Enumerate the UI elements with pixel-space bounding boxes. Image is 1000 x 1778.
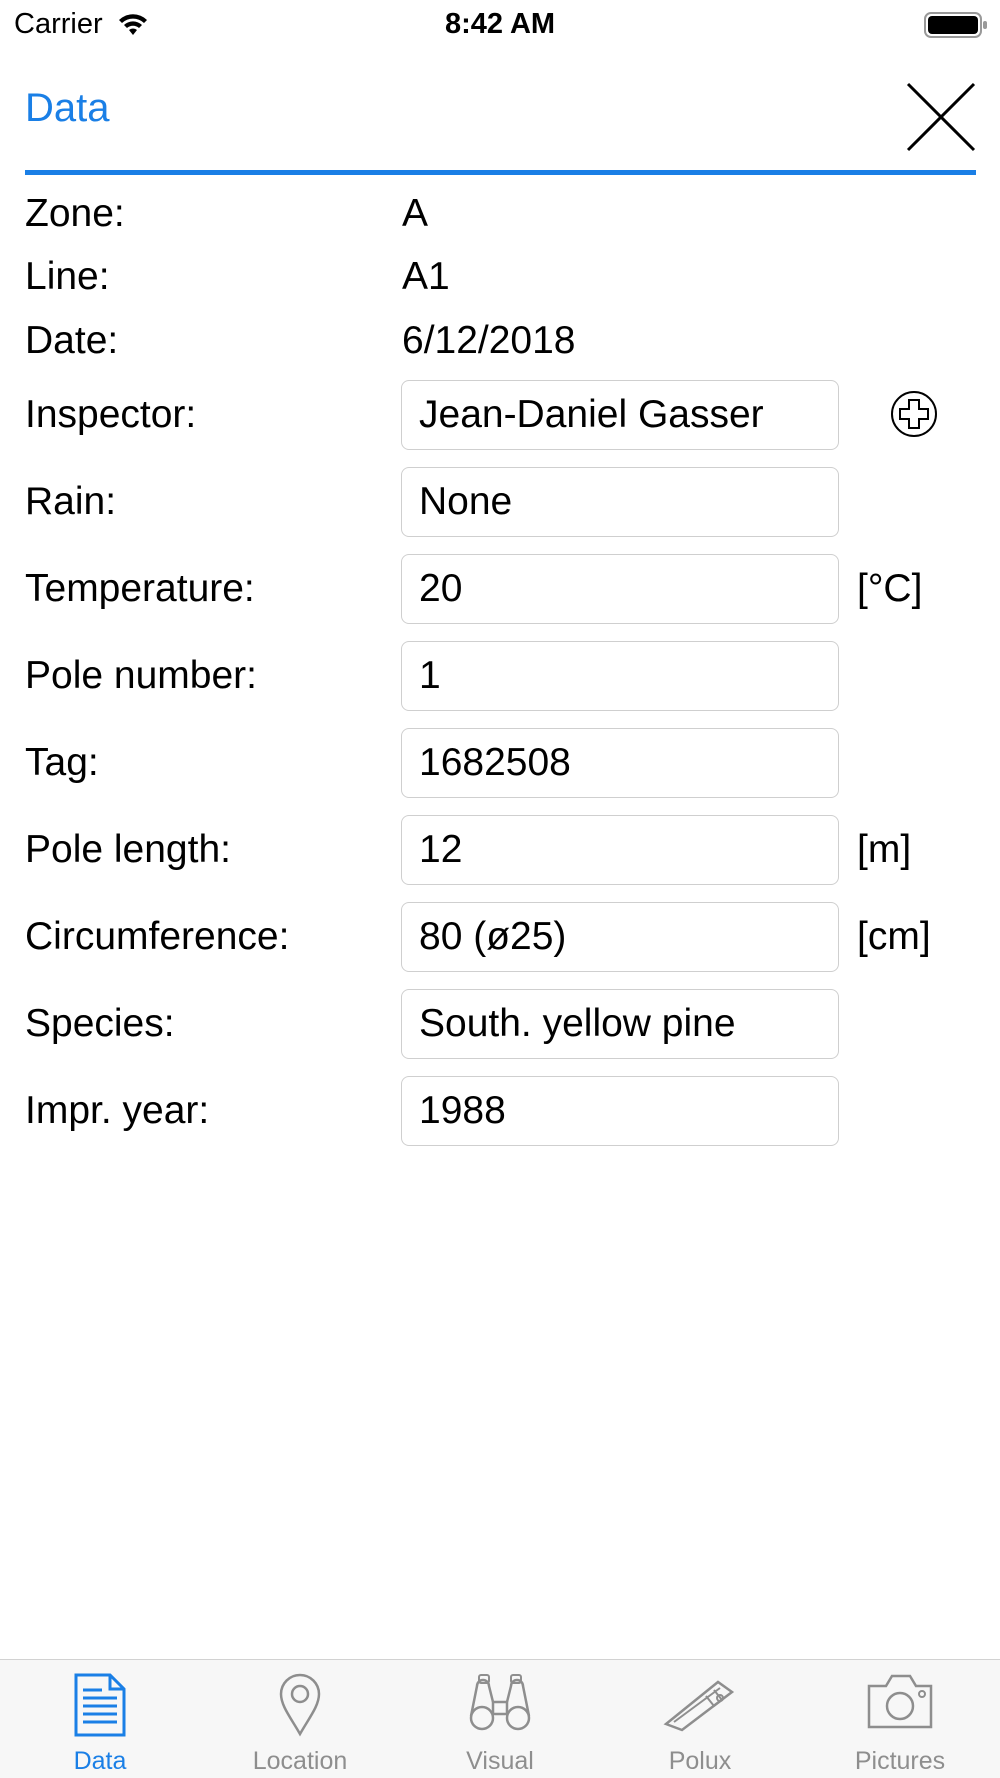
camera-icon: [867, 1674, 933, 1729]
close-icon[interactable]: [906, 82, 976, 152]
impr-year-label: Impr. year:: [25, 1089, 210, 1132]
binoculars-icon: [469, 1674, 531, 1731]
add-inspector-icon[interactable]: [890, 390, 938, 438]
page-title: Data: [25, 86, 110, 130]
header: Data: [25, 70, 976, 175]
pole-length-label: Pole length:: [25, 828, 231, 871]
pole-length-field[interactable]: 12: [401, 815, 839, 885]
circumference-unit: [cm]: [857, 915, 931, 958]
impr-year-field[interactable]: 1988: [401, 1076, 839, 1146]
species-label: Species:: [25, 1002, 175, 1045]
tab-polux-label: Polux: [668, 1747, 732, 1775]
tab-visual[interactable]: Visual: [400, 1660, 600, 1778]
tab-bar: Data Location Visual Polux Pictures: [0, 1659, 1000, 1778]
tab-pictures-label: Pictures: [854, 1747, 946, 1775]
location-pin-icon: [279, 1673, 321, 1737]
line-label: Line:: [25, 255, 110, 298]
zone-label: Zone:: [25, 192, 125, 235]
status-time: 8:42 AM: [444, 8, 556, 40]
date-label: Date:: [25, 319, 119, 362]
status-bar: Carrier 8:42 AM: [0, 0, 1000, 50]
tag-field[interactable]: 1682508: [401, 728, 839, 798]
battery-icon: [924, 12, 987, 38]
header-underline: [25, 170, 976, 175]
temperature-label: Temperature:: [25, 567, 255, 610]
tab-data-label: Data: [73, 1747, 127, 1775]
polux-device-icon: [663, 1680, 735, 1732]
tab-location[interactable]: Location: [200, 1660, 400, 1778]
rain-field[interactable]: None: [401, 467, 839, 537]
pole-number-label: Pole number:: [25, 654, 257, 697]
tab-pictures[interactable]: Pictures: [800, 1660, 1000, 1778]
tag-label: Tag:: [25, 741, 99, 784]
tab-polux[interactable]: Polux: [600, 1660, 800, 1778]
tab-location-label: Location: [252, 1747, 348, 1775]
tab-visual-label: Visual: [466, 1747, 534, 1775]
circumference-label: Circumference:: [25, 915, 290, 958]
temperature-field[interactable]: 20: [401, 554, 839, 624]
date-value: 6/12/2018: [402, 319, 576, 362]
temperature-unit: [°C]: [857, 567, 923, 610]
species-field[interactable]: South. yellow pine: [401, 989, 839, 1059]
inspector-field[interactable]: Jean-Daniel Gasser: [401, 380, 839, 450]
document-icon: [74, 1673, 126, 1737]
rain-label: Rain:: [25, 480, 117, 523]
pole-length-unit: [m]: [857, 828, 912, 871]
inspector-label: Inspector:: [25, 393, 197, 436]
line-value: A1: [402, 255, 450, 298]
pole-number-field[interactable]: 1: [401, 641, 839, 711]
zone-value: A: [402, 192, 429, 235]
tab-data[interactable]: Data: [0, 1660, 200, 1778]
circumference-field[interactable]: 80 (ø25): [401, 902, 839, 972]
